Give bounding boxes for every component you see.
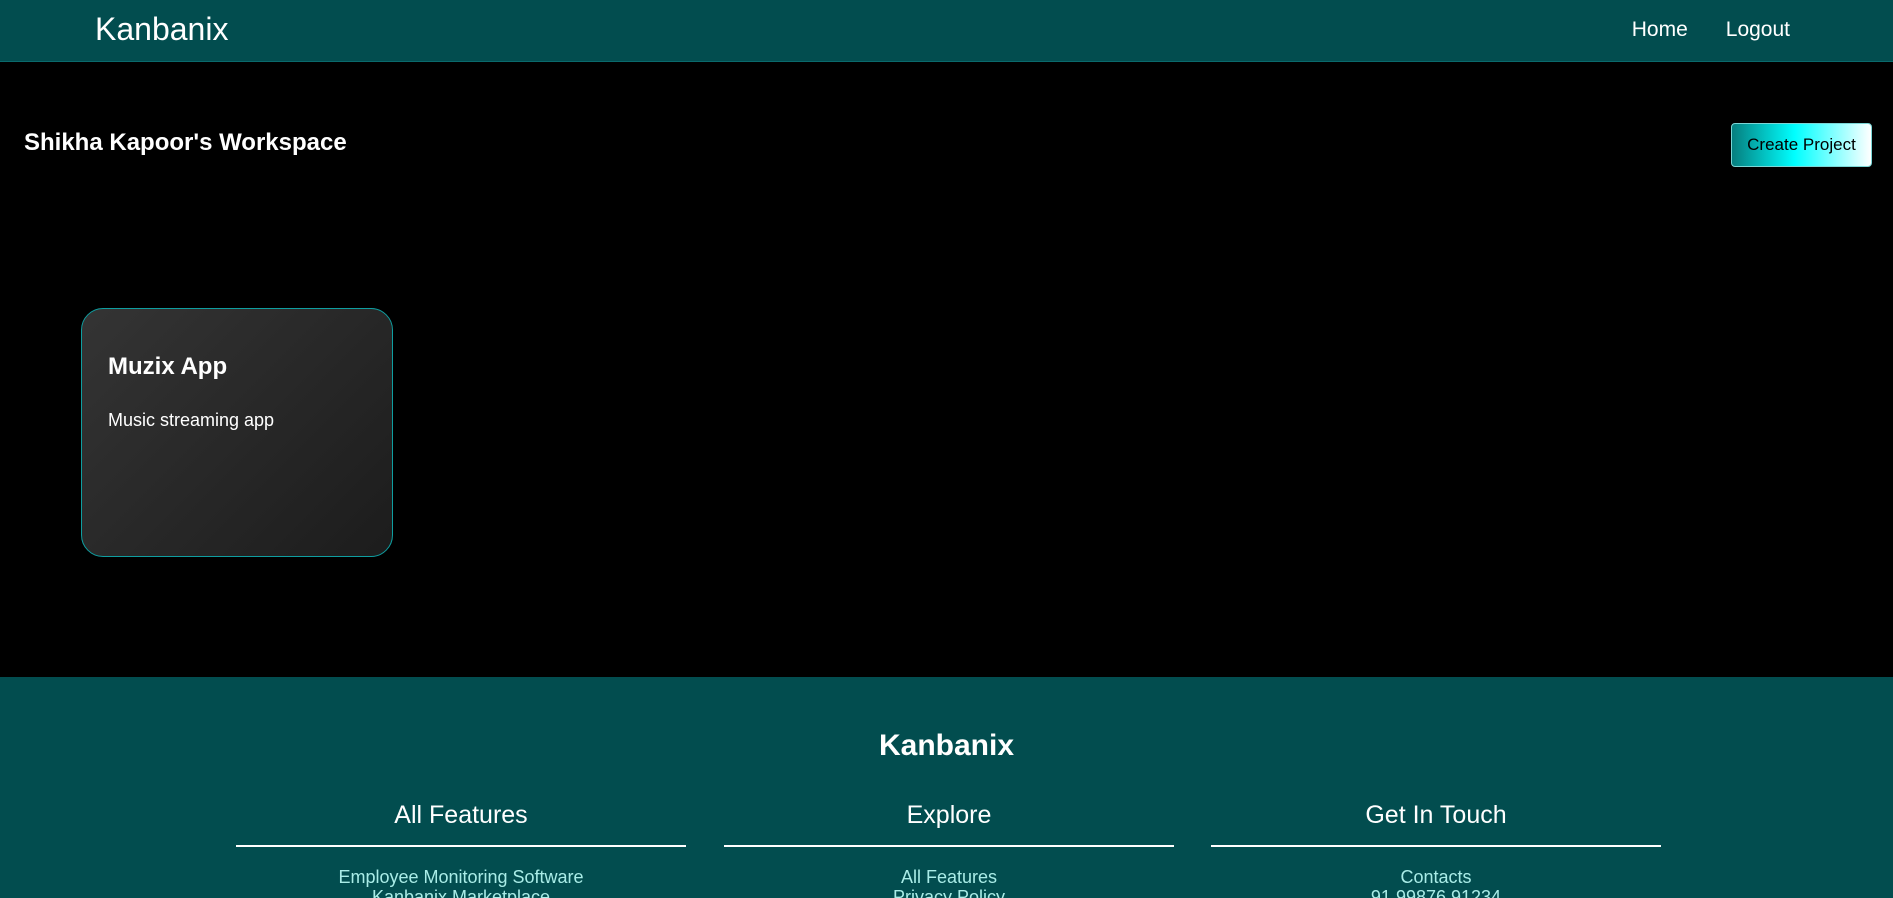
nav-logout-link[interactable]: Logout <box>1726 18 1790 42</box>
footer-link[interactable]: Privacy Policy <box>724 887 1174 898</box>
workspace-title: Shikha Kapoor's Workspace <box>24 129 347 156</box>
top-navbar: Kanbanix Home Logout <box>0 0 1893 62</box>
footer-link[interactable]: Contacts <box>1211 867 1661 887</box>
footer-link[interactable]: All Features <box>724 867 1174 887</box>
footer-divider <box>724 845 1174 847</box>
footer-link[interactable]: Kanbanix Marketplace <box>236 887 686 898</box>
project-description: Music streaming app <box>108 410 275 430</box>
project-name: Muzix App <box>108 353 228 380</box>
footer-brand: Kanbanix <box>878 729 1015 762</box>
footer-divider <box>236 845 686 847</box>
footer-link[interactable]: 91 99876 91234 <box>1211 887 1661 898</box>
create-project-button[interactable]: Create Project <box>1731 123 1872 167</box>
footer-column-title: All Features <box>394 801 528 829</box>
footer-link[interactable]: Employee Monitoring Software <box>236 867 686 887</box>
page-footer: Kanbanix All Features Employee Monitorin… <box>0 677 1893 898</box>
nav-links: Home Logout <box>1632 18 1790 42</box>
footer-column-features: All Features Employee Monitoring Softwar… <box>236 799 686 898</box>
footer-column-title: Get In Touch <box>1365 801 1507 829</box>
nav-home-link[interactable]: Home <box>1632 18 1688 42</box>
footer-column-contact: Get In Touch Contacts 91 99876 91234 <box>1211 799 1661 898</box>
footer-divider <box>1211 845 1661 847</box>
footer-column-title: Explore <box>906 801 992 829</box>
project-card[interactable]: Muzix App Music streaming app <box>81 308 393 557</box>
footer-column-explore: Explore All Features Privacy Policy <box>724 799 1174 898</box>
brand-logo[interactable]: Kanbanix <box>95 11 228 48</box>
